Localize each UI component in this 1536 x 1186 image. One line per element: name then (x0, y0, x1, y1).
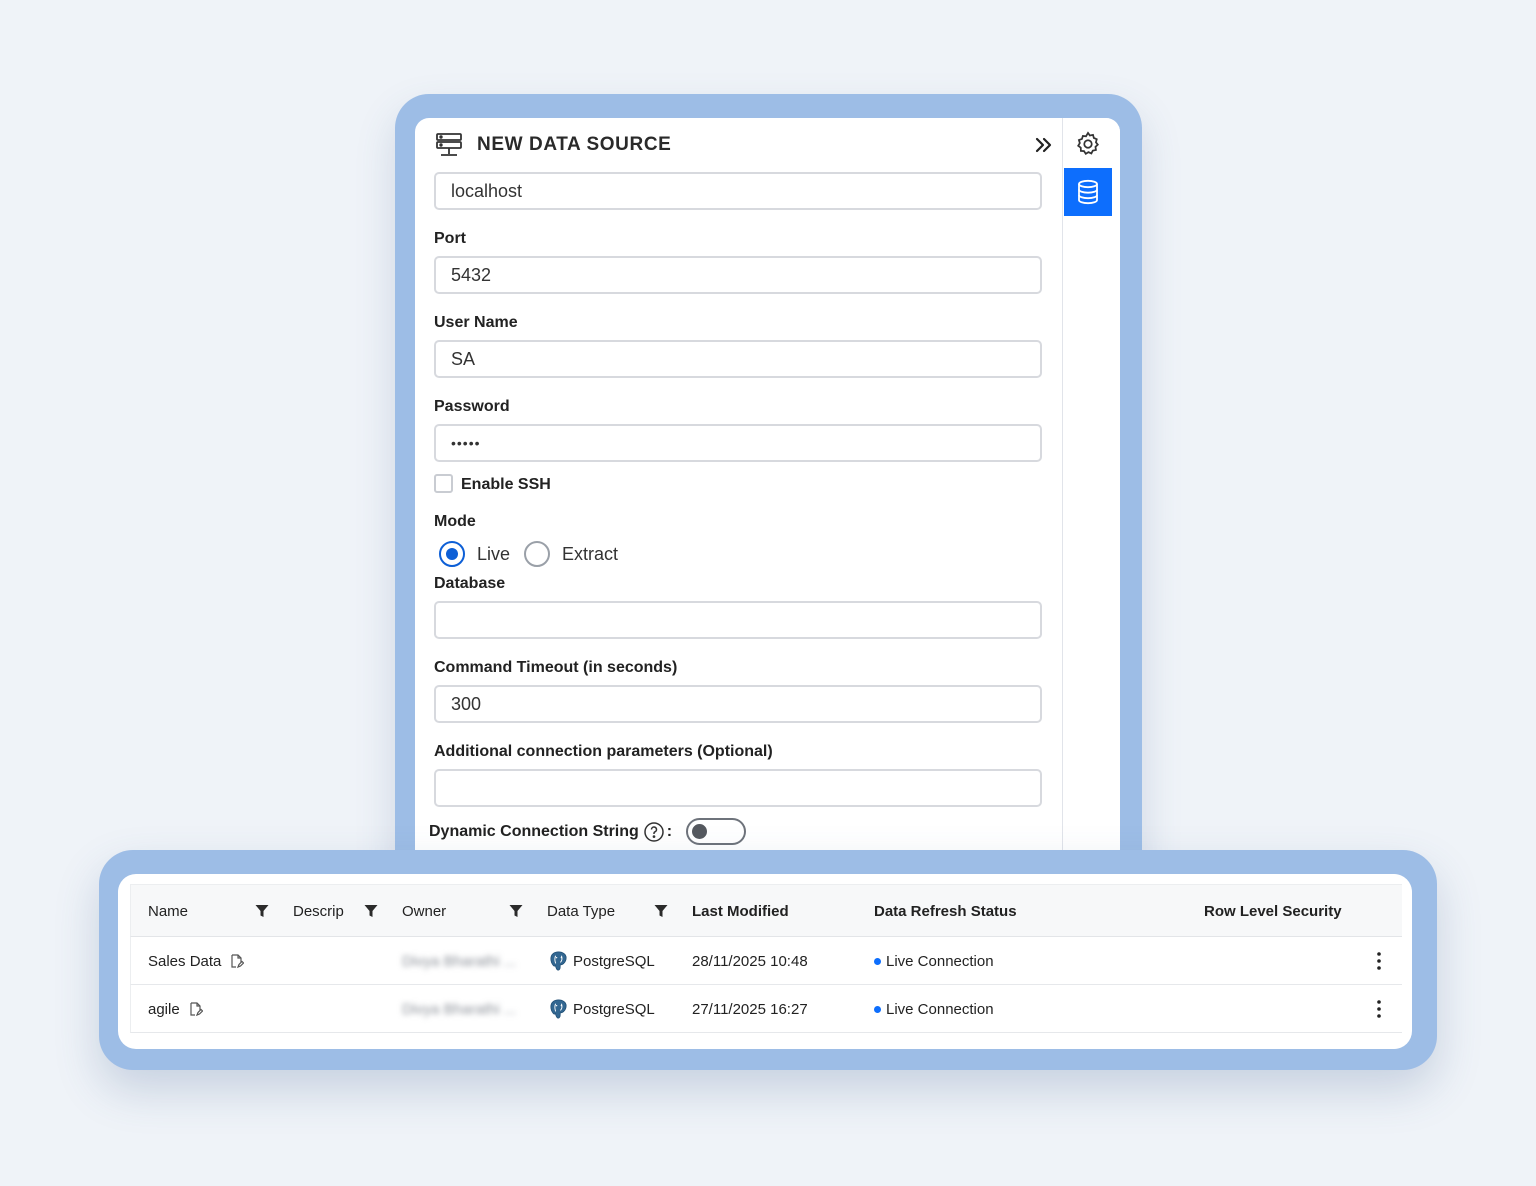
timeout-label: Command Timeout (in seconds) (434, 659, 678, 676)
data-type-filter-icon[interactable] (654, 904, 668, 923)
enable-ssh-label: Enable SSH (461, 476, 551, 493)
server-icon (435, 132, 463, 158)
postgresql-icon (547, 998, 570, 1021)
host-input[interactable] (434, 172, 1042, 210)
data-type-cell: PostgreSQL (547, 937, 655, 985)
mode-label: Mode (434, 513, 476, 530)
datasource-panel: NEW DATA SOURCE Port (415, 118, 1120, 858)
description-filter-icon[interactable] (364, 904, 378, 923)
datasource-name[interactable]: Sales Data (148, 953, 221, 970)
panel-header: NEW DATA SOURCE (435, 130, 1065, 160)
status-label: Live Connection (886, 952, 994, 970)
datasource-grid: Name Descrip Owner Data Type Last Modifi… (130, 884, 1402, 1033)
column-header-description[interactable]: Descrip (293, 885, 344, 938)
side-rail (1062, 118, 1120, 858)
column-header-refresh-status[interactable]: Data Refresh Status (874, 885, 1017, 938)
port-field: Port (434, 230, 1042, 294)
owner-filter-icon[interactable] (509, 904, 523, 923)
column-header-last-modified[interactable]: Last Modified (692, 885, 789, 938)
datasource-button[interactable] (1064, 168, 1112, 216)
table-row[interactable]: agile Divya Bharathi ... PostgreSQL 27/1… (130, 985, 1402, 1033)
column-header-data-type[interactable]: Data Type (547, 885, 615, 938)
database-field: Database (434, 575, 1042, 639)
gear-icon (1077, 131, 1099, 155)
port-label: Port (434, 230, 466, 247)
row-menu-button[interactable] (1369, 999, 1389, 1019)
status-cell: Live Connection (874, 937, 994, 985)
extra-params-label: Additional connection parameters (Option… (434, 743, 773, 760)
grid-header: Name Descrip Owner Data Type Last Modifi… (130, 884, 1402, 937)
dynamic-connection-row: Dynamic Connection String : (429, 818, 747, 845)
mode-extract-radio[interactable] (524, 541, 551, 567)
database-icon (1078, 179, 1098, 205)
database-label: Database (434, 575, 506, 592)
status-dot-icon (874, 957, 881, 965)
username-input[interactable] (434, 340, 1042, 378)
row-menu-button[interactable] (1369, 951, 1389, 971)
column-header-name[interactable]: Name (148, 885, 188, 938)
table-row[interactable]: Sales Data Divya Bharathi ... PostgreSQL… (130, 937, 1402, 985)
name-cell: Sales Data (148, 937, 245, 985)
name-filter-icon[interactable] (255, 904, 269, 923)
datasource-name[interactable]: agile (148, 1001, 180, 1018)
mode-extract-label: Extract (562, 543, 619, 564)
kebab-menu-icon (1377, 952, 1381, 970)
panel-title: NEW DATA SOURCE (477, 134, 672, 155)
password-label: Password (434, 398, 510, 415)
edit-file-icon[interactable] (189, 1001, 203, 1017)
timeout-field: Command Timeout (in seconds) (434, 659, 1042, 723)
data-type-cell: PostgreSQL (547, 985, 655, 1033)
timeout-input[interactable] (434, 685, 1042, 723)
datasource-table-card: Name Descrip Owner Data Type Last Modifi… (118, 874, 1412, 1049)
column-header-rls[interactable]: Row Level Security (1204, 885, 1342, 938)
dynamic-connection-suffix: : (666, 822, 673, 840)
last-modified-cell: 27/11/2025 16:27 (692, 1000, 808, 1018)
status-label: Live Connection (886, 1000, 994, 1018)
username-field: User Name (434, 314, 1042, 378)
data-type-label: PostgreSQL (573, 1000, 655, 1018)
extra-params-input[interactable] (434, 769, 1042, 807)
data-type-label: PostgreSQL (573, 952, 655, 970)
database-input[interactable] (434, 601, 1042, 639)
mode-group: Mode Live Extract (434, 513, 632, 567)
dynamic-connection-toggle[interactable] (686, 818, 747, 845)
collapse-panel-button[interactable] (1031, 132, 1057, 158)
name-cell: agile (148, 985, 203, 1033)
mode-live-label: Live (477, 543, 511, 564)
settings-button[interactable] (1064, 120, 1112, 168)
mode-live-radio[interactable] (439, 541, 465, 567)
edit-file-icon[interactable] (230, 953, 245, 969)
username-label: User Name (434, 314, 518, 331)
help-icon[interactable] (643, 821, 665, 843)
extra-params-field: Additional connection parameters (Option… (434, 743, 1042, 807)
double-chevron-right-icon (1035, 137, 1052, 153)
last-modified-cell: 28/11/2025 10:48 (692, 952, 808, 970)
owner-cell: Divya Bharathi ... (402, 952, 517, 970)
status-dot-icon (874, 1005, 881, 1013)
status-cell: Live Connection (874, 985, 994, 1033)
dynamic-connection-label: Dynamic Connection String (429, 822, 639, 840)
kebab-menu-icon (1377, 1000, 1381, 1018)
port-input[interactable] (434, 256, 1042, 294)
enable-ssh-row: Enable SSH (434, 473, 551, 494)
column-header-owner[interactable]: Owner (402, 885, 446, 938)
enable-ssh-checkbox[interactable] (434, 473, 453, 493)
password-input[interactable] (434, 424, 1042, 462)
postgresql-icon (547, 950, 570, 973)
host-field (434, 172, 1042, 210)
owner-cell: Divya Bharathi ... (402, 1000, 517, 1018)
password-field: Password (434, 398, 1042, 462)
